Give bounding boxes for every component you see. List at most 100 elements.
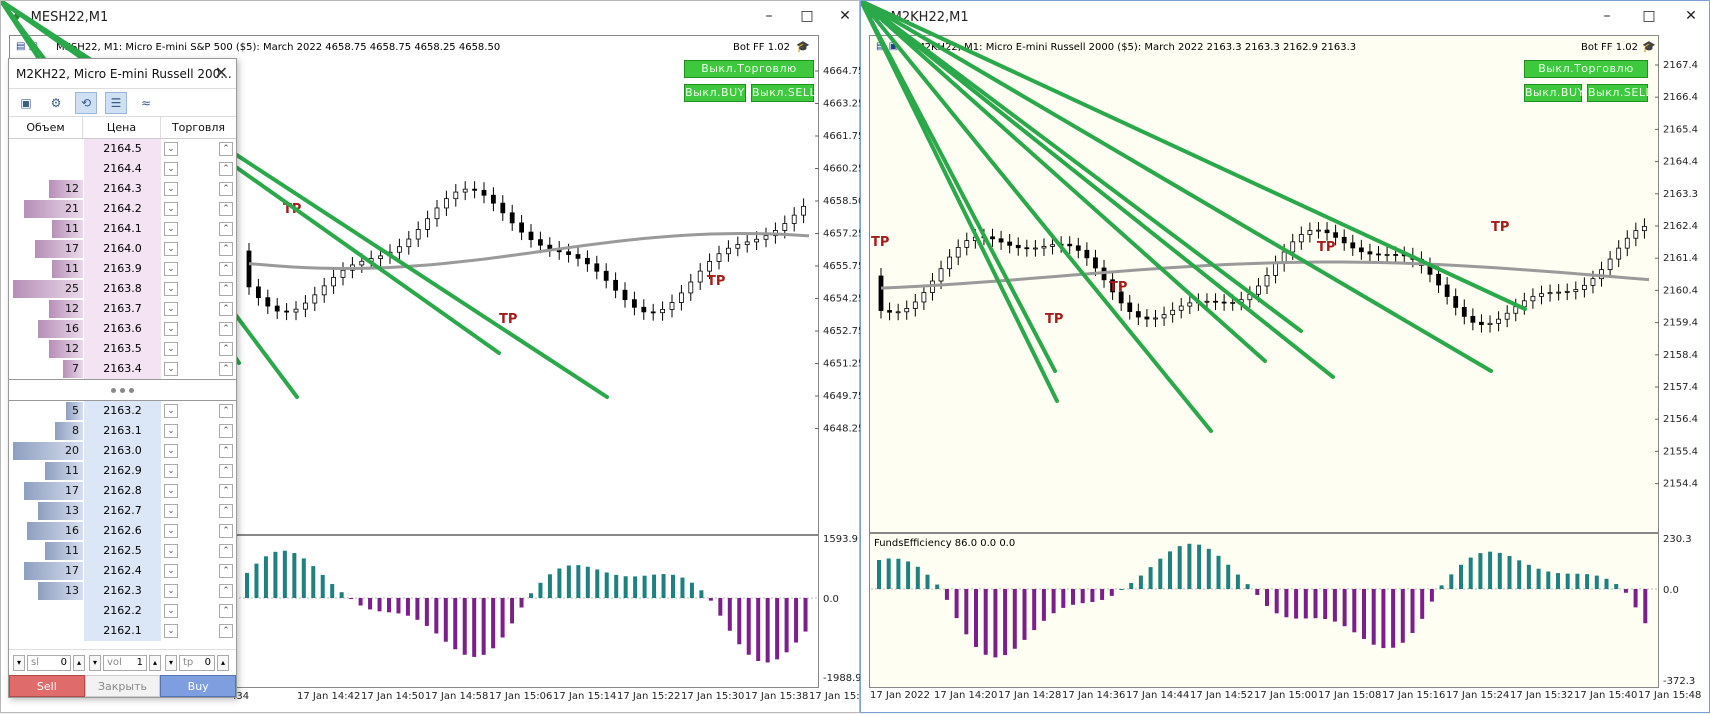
- close-position-button[interactable]: Закрыть: [84, 675, 161, 697]
- sell-limit-icon[interactable]: ⌄: [164, 424, 178, 438]
- ticks-icon[interactable]: ≈: [135, 92, 157, 114]
- sell-limit-icon[interactable]: ⌄: [164, 162, 178, 176]
- bid-row[interactable]: 2162.2 ⌄ ⌃: [9, 601, 236, 621]
- buy-limit-icon[interactable]: ⌃: [219, 604, 233, 618]
- price-cell[interactable]: 2163.9: [83, 259, 161, 279]
- sell-limit-icon[interactable]: ⌄: [164, 262, 178, 276]
- price-cell[interactable]: 2162.9: [83, 461, 161, 481]
- sell-limit-icon[interactable]: ⌄: [164, 362, 178, 376]
- buy-limit-icon[interactable]: ⌃: [219, 424, 233, 438]
- price-cell[interactable]: 2163.2: [83, 401, 161, 421]
- sell-limit-icon[interactable]: ⌄: [164, 142, 178, 156]
- buy-limit-icon[interactable]: ⌃: [219, 624, 233, 638]
- buy-limit-icon[interactable]: ⌃: [219, 262, 233, 276]
- down-arrow-icon[interactable]: ▾: [165, 654, 177, 671]
- tp-value[interactable]: 0: [205, 656, 211, 670]
- buy-limit-icon[interactable]: ⌃: [219, 484, 233, 498]
- ask-row[interactable]: 12 2163.7 ⌄ ⌃: [9, 299, 236, 319]
- buy-button[interactable]: Buy: [160, 675, 237, 697]
- buy-limit-icon[interactable]: ⌃: [219, 202, 233, 216]
- ask-row[interactable]: 7 2163.4 ⌄ ⌃: [9, 359, 236, 379]
- sell-limit-icon[interactable]: ⌄: [164, 342, 178, 356]
- sell-limit-icon[interactable]: ⌄: [164, 564, 178, 578]
- depth-of-market-panel[interactable]: M2KH22, Micro E-mini Russell 200... ✕ ▣ …: [8, 58, 237, 698]
- bid-row[interactable]: 11 2162.5 ⌄ ⌃: [9, 541, 236, 561]
- price-cell[interactable]: 2164.0: [83, 239, 161, 259]
- price-cell[interactable]: 2164.5: [83, 139, 161, 159]
- ask-row[interactable]: 16 2163.6 ⌄ ⌃: [9, 319, 236, 339]
- price-cell[interactable]: 2164.2: [83, 199, 161, 219]
- buy-limit-icon[interactable]: ⌃: [219, 464, 233, 478]
- bid-row[interactable]: 13 2162.3 ⌄ ⌃: [9, 581, 236, 601]
- sl-value[interactable]: 0: [61, 656, 67, 670]
- ask-row[interactable]: 2164.4 ⌄ ⌃: [9, 159, 236, 179]
- sell-limit-icon[interactable]: ⌄: [164, 242, 178, 256]
- sell-limit-icon[interactable]: ⌄: [164, 444, 178, 458]
- buy-limit-icon[interactable]: ⌃: [219, 584, 233, 598]
- buy-limit-icon[interactable]: ⌃: [219, 162, 233, 176]
- auto-center-icon[interactable]: ⟲: [75, 91, 97, 114]
- sell-limit-icon[interactable]: ⌄: [164, 222, 178, 236]
- price-cell[interactable]: 2163.6: [83, 319, 161, 339]
- ask-row[interactable]: 11 2164.1 ⌄ ⌃: [9, 219, 236, 239]
- dom-close-icon[interactable]: ✕: [215, 63, 228, 82]
- sell-limit-icon[interactable]: ⌄: [164, 584, 178, 598]
- bid-row[interactable]: 20 2163.0 ⌄ ⌃: [9, 441, 236, 461]
- sell-limit-icon[interactable]: ⌄: [164, 282, 178, 296]
- price-cell[interactable]: 2162.5: [83, 541, 161, 561]
- price-cell[interactable]: 2163.5: [83, 339, 161, 359]
- up-arrow-icon[interactable]: ▴: [149, 654, 161, 671]
- up-arrow-icon[interactable]: ▴: [73, 654, 85, 671]
- vol-value[interactable]: 1: [137, 656, 143, 670]
- price-cell[interactable]: 2162.2: [83, 601, 161, 621]
- down-arrow-icon[interactable]: ▾: [89, 654, 101, 671]
- ask-row[interactable]: 25 2163.8 ⌄ ⌃: [9, 279, 236, 299]
- ask-row[interactable]: 12 2163.5 ⌄ ⌃: [9, 339, 236, 359]
- price-cell[interactable]: 2164.1: [83, 219, 161, 239]
- buy-limit-icon[interactable]: ⌃: [219, 222, 233, 236]
- ask-row[interactable]: 21 2164.2 ⌄ ⌃: [9, 199, 236, 219]
- sell-limit-icon[interactable]: ⌄: [164, 484, 178, 498]
- buy-limit-icon[interactable]: ⌃: [219, 182, 233, 196]
- price-cell[interactable]: 2162.4: [83, 561, 161, 581]
- sell-limit-icon[interactable]: ⌄: [164, 464, 178, 478]
- vol-spinner[interactable]: ▾ vol 1 ▴: [89, 654, 161, 671]
- price-cell[interactable]: 2162.7: [83, 501, 161, 521]
- price-cell[interactable]: 2162.6: [83, 521, 161, 541]
- buy-limit-icon[interactable]: ⌃: [219, 544, 233, 558]
- buy-limit-icon[interactable]: ⌃: [219, 362, 233, 376]
- buy-limit-icon[interactable]: ⌃: [219, 302, 233, 316]
- sell-button[interactable]: Sell: [9, 675, 85, 697]
- price-cell[interactable]: 2162.8: [83, 481, 161, 501]
- ask-row[interactable]: 17 2164.0 ⌄ ⌃: [9, 239, 236, 259]
- dom-spread-separator[interactable]: [9, 379, 236, 401]
- sl-spinner[interactable]: ▾ sl 0 ▴: [13, 654, 85, 671]
- right-chart-window[interactable]: ♦ M2KH22,M1 – □ ✕ ▤ ▣ M2KH22, M1: Micro …: [860, 0, 1710, 713]
- sell-limit-icon[interactable]: ⌄: [164, 504, 178, 518]
- sell-limit-icon[interactable]: ⌄: [164, 624, 178, 638]
- buy-limit-icon[interactable]: ⌃: [219, 444, 233, 458]
- up-arrow-icon[interactable]: ▴: [217, 654, 229, 671]
- price-cell[interactable]: 2163.0: [83, 441, 161, 461]
- sell-limit-icon[interactable]: ⌄: [164, 322, 178, 336]
- bid-row[interactable]: 2162.1 ⌄ ⌃: [9, 621, 236, 641]
- bid-row[interactable]: 11 2162.9 ⌄ ⌃: [9, 461, 236, 481]
- price-cell[interactable]: 2163.7: [83, 299, 161, 319]
- price-cell[interactable]: 2163.1: [83, 421, 161, 441]
- buy-limit-icon[interactable]: ⌃: [219, 404, 233, 418]
- down-arrow-icon[interactable]: ▾: [13, 654, 25, 671]
- ask-row[interactable]: 2164.5 ⌄ ⌃: [9, 139, 236, 159]
- price-cell[interactable]: 2164.3: [83, 179, 161, 199]
- bid-row[interactable]: 17 2162.8 ⌄ ⌃: [9, 481, 236, 501]
- ask-row[interactable]: 11 2163.9 ⌄ ⌃: [9, 259, 236, 279]
- price-cell[interactable]: 2162.1: [83, 621, 161, 641]
- chart-view-icon[interactable]: ▣: [15, 92, 37, 114]
- bid-row[interactable]: 8 2163.1 ⌄ ⌃: [9, 421, 236, 441]
- sell-limit-icon[interactable]: ⌄: [164, 202, 178, 216]
- price-cell[interactable]: 2162.3: [83, 581, 161, 601]
- sell-limit-icon[interactable]: ⌄: [164, 182, 178, 196]
- bid-row[interactable]: 5 2163.2 ⌄ ⌃: [9, 401, 236, 421]
- price-cell[interactable]: 2164.4: [83, 159, 161, 179]
- sell-limit-icon[interactable]: ⌄: [164, 544, 178, 558]
- buy-limit-icon[interactable]: ⌃: [219, 504, 233, 518]
